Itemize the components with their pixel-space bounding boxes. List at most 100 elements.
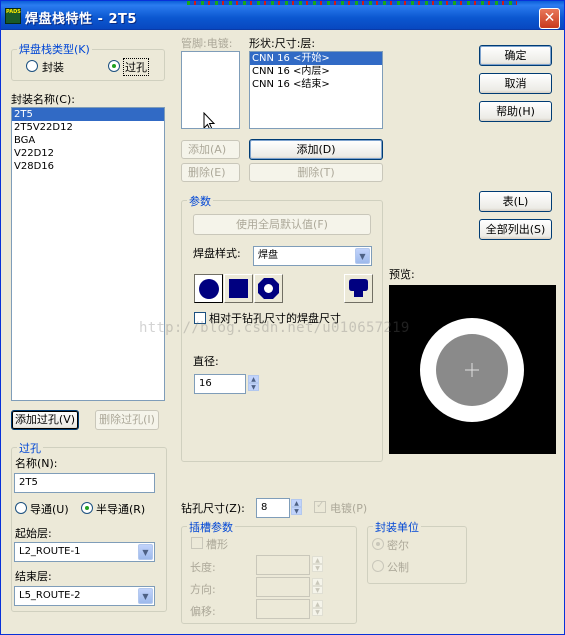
params-group [181, 200, 383, 462]
list-item[interactable]: 2T5 [12, 108, 164, 121]
pad-stack-type-legend: 焊盘栈类型(K) [17, 41, 92, 57]
list-item[interactable]: CNN 16 <结束> [250, 78, 382, 91]
add-via-button[interactable]: 添加过孔(V) [11, 410, 79, 430]
via-name-input[interactable]: 2T5 [14, 473, 155, 493]
list-item[interactable]: CNN 16 <开始> [250, 52, 382, 65]
plated-checkbox[interactable] [314, 500, 326, 513]
pads-app-icon: PADS [5, 8, 21, 24]
drill-size-label: 钻孔尺寸(Z): [181, 502, 245, 515]
radio-through[interactable] [15, 502, 27, 514]
slot-length-input[interactable] [256, 555, 310, 575]
list-item[interactable]: 2T5V22D12 [12, 121, 164, 134]
preview-canvas [389, 285, 556, 454]
chevron-down-icon[interactable]: ▼ [355, 248, 370, 264]
mouse-cursor-icon [203, 112, 216, 128]
spin-up-icon[interactable]: ▲ [248, 375, 259, 383]
plated-label: 电镀(P) [330, 502, 368, 515]
slot-length-spinner[interactable]: ▲ ▼ [312, 556, 323, 572]
pin-delete-button[interactable]: 删除(E) [181, 163, 240, 182]
pad-style-label: 焊盘样式: [193, 247, 241, 260]
close-button[interactable]: ✕ [539, 8, 560, 29]
start-layer-combo[interactable]: L2_ROUTE-1 ▼ [14, 542, 155, 562]
square-pad-shape-button[interactable] [224, 274, 253, 303]
help-button[interactable]: 帮助(H) [479, 101, 552, 122]
units-legend: 封装单位 [373, 519, 421, 535]
title-bar-decoration [187, 1, 517, 5]
package-list[interactable]: 2T5 2T5V22D12 BGA V22D12 V28D16 [11, 107, 165, 401]
shape-list-label: 形状:尺寸:层: [249, 37, 316, 50]
slotted-label: 槽形 [206, 538, 228, 551]
radio-metric[interactable] [372, 560, 384, 572]
slot-offset-label: 偏移: [190, 605, 216, 618]
list-item[interactable]: V28D16 [12, 160, 164, 173]
preview-label: 预览: [389, 268, 415, 281]
params-legend: 参数 [187, 193, 213, 209]
drill-size-input[interactable]: 8 [256, 498, 290, 518]
spin-down-icon[interactable]: ▼ [291, 507, 302, 515]
pad-preview [420, 318, 524, 422]
shape-add-button[interactable]: 添加(D) [249, 139, 383, 160]
list-all-button[interactable]: 全部列出(S) [479, 219, 552, 240]
custom-pad-shape-button[interactable] [344, 274, 373, 303]
slot-direction-spinner[interactable]: ▲ ▼ [312, 578, 323, 594]
slot-direction-input[interactable] [256, 577, 310, 597]
pad-style-value: 焊盘 [258, 250, 278, 261]
ok-button[interactable]: 确定 [479, 45, 552, 66]
radio-mil-label: 密尔 [387, 539, 409, 552]
radio-mil[interactable] [372, 538, 384, 550]
annular-pad-shape-button[interactable] [254, 274, 283, 303]
cancel-button[interactable]: 取消 [479, 73, 552, 94]
window-title: 焊盘栈特性 - 2T5 [25, 12, 137, 27]
radio-via-label: 过孔 [123, 58, 149, 76]
start-layer-value: L2_ROUTE-1 [19, 546, 81, 557]
diameter-input[interactable]: 16 [194, 374, 246, 394]
radio-through-label: 导通(U) [30, 503, 69, 516]
relative-to-drill-label: 相对于钻孔尺寸的焊盘尺寸 [209, 312, 341, 325]
custom-pad-icon [349, 279, 368, 297]
slot-length-label: 长度: [190, 561, 216, 574]
list-item[interactable]: BGA [12, 134, 164, 147]
via-name-label: 名称(N): [15, 457, 58, 470]
list-item[interactable]: CNN 16 <内层> [250, 65, 382, 78]
chevron-down-icon[interactable]: ▼ [138, 588, 153, 604]
round-pad-icon [199, 279, 219, 299]
round-pad-shape-button[interactable] [194, 274, 223, 303]
pin-add-button[interactable]: 添加(A) [181, 140, 240, 159]
end-layer-combo[interactable]: L5_ROUTE-2 ▼ [14, 586, 155, 606]
radio-package[interactable] [26, 60, 38, 72]
shape-size-layer-list[interactable]: CNN 16 <开始> CNN 16 <内层> CNN 16 <结束> [249, 51, 383, 129]
end-layer-value: L5_ROUTE-2 [19, 590, 81, 601]
radio-metric-label: 公制 [387, 561, 409, 574]
start-layer-label: 起始层: [15, 527, 52, 540]
relative-to-drill-checkbox[interactable] [194, 312, 206, 324]
slot-direction-label: 方向: [190, 583, 216, 596]
radio-via[interactable] [108, 60, 120, 72]
slotted-checkbox[interactable] [191, 537, 203, 549]
spin-down-icon[interactable]: ▼ [248, 383, 259, 391]
delete-via-button[interactable]: 删除过孔(I) [95, 410, 159, 430]
pin-plating-list[interactable] [181, 51, 240, 129]
diameter-label: 直径: [193, 355, 219, 368]
slot-offset-spinner[interactable]: ▲ ▼ [312, 600, 323, 616]
pin-plating-label: 管脚:电镀: [181, 37, 233, 50]
package-list-label: 封装名称(C): [11, 93, 75, 106]
slot-offset-input[interactable] [256, 599, 310, 619]
radio-partial[interactable] [81, 502, 93, 514]
end-layer-label: 结束层: [15, 570, 52, 583]
list-item[interactable]: V22D12 [12, 147, 164, 160]
title-bar[interactable]: PADS 焊盘栈特性 - 2T5 ✕ [1, 1, 564, 30]
drill-size-spinner[interactable]: ▲ ▼ [291, 499, 302, 515]
radio-package-label: 封装 [42, 61, 64, 74]
table-button[interactable]: 表(L) [479, 191, 552, 212]
use-global-default-button[interactable]: 使用全局默认值(F) [193, 214, 371, 235]
spin-up-icon[interactable]: ▲ [291, 499, 302, 507]
shape-delete-button[interactable]: 删除(T) [249, 163, 383, 182]
via-legend: 过孔 [17, 440, 43, 456]
pad-stack-properties-dialog: PADS 焊盘栈特性 - 2T5 ✕ 焊盘栈类型(K) 封装 过孔 封装名称(C… [0, 0, 565, 635]
annular-pad-icon [258, 278, 279, 299]
square-pad-icon [229, 279, 248, 298]
slot-legend: 插槽参数 [187, 519, 235, 535]
pad-style-combo[interactable]: 焊盘 ▼ [253, 246, 372, 266]
diameter-spinner[interactable]: ▲ ▼ [248, 375, 259, 391]
chevron-down-icon[interactable]: ▼ [138, 544, 153, 560]
